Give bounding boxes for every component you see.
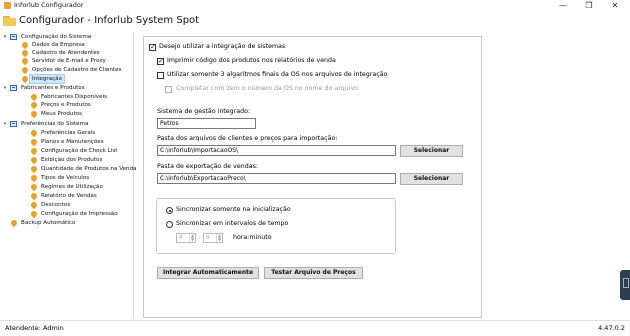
leaf-icon: [29, 109, 39, 119]
tree-item-label: Tipos de Veículos: [41, 175, 90, 181]
time-separator: :: [198, 234, 201, 241]
status-bar: Atendente: Admin 4.47.0.2: [0, 320, 630, 336]
navigation-tree: ▾ Configuração do Sistema Dados da Empre…: [0, 32, 137, 318]
enable-integration-label: Desejo utilizar a integração de sistemas: [159, 43, 286, 50]
tree-item-label: Dados da Empresa: [32, 42, 85, 48]
leaf-icon: [29, 137, 39, 147]
integrate-automatically-button[interactable]: Integrar Automaticamente: [157, 267, 259, 279]
last3-digits-checkbox[interactable]: [157, 72, 164, 79]
stepper-arrows-icon[interactable]: ▲ ▼: [216, 234, 222, 242]
enable-integration-checkbox[interactable]: [149, 43, 156, 52]
sync-startup-label: Sincronizar somente na inicialização: [176, 206, 291, 213]
chevron-down-icon[interactable]: ▾: [2, 120, 8, 128]
status-version: 4.47.0.2: [598, 324, 625, 332]
app-icon: [4, 2, 11, 9]
sync-startup-radio[interactable]: [166, 207, 173, 214]
leaf-icon: [20, 40, 30, 50]
leaf-icon: [29, 146, 39, 156]
leaf-icon: [29, 155, 39, 165]
folder-icon: [3, 15, 16, 26]
tree-item-label: Fabricantes Disponíveis: [41, 94, 107, 100]
stepper-arrows-icon[interactable]: ▲ ▼: [189, 234, 195, 242]
tree-item-label: Relatório de Vendas: [41, 193, 97, 199]
minutes-stepper[interactable]: 0 ▲ ▼: [203, 233, 223, 243]
leaf-icon: [29, 173, 39, 183]
tree-item-label: Regimes de Utilização: [41, 184, 103, 190]
leaf-icon: [20, 65, 30, 75]
tree-item-label: Quantidade de Produtos na Venda: [41, 166, 137, 172]
print-code-label: Imprimir código dos produtos nos relatór…: [167, 57, 336, 64]
leaf-icon: [29, 200, 39, 210]
app-title: Configurador - Inforlub System Spot: [19, 15, 200, 26]
leaf-icon: [29, 182, 39, 192]
leaf-icon: [20, 48, 30, 58]
tree-item-label: Integração: [28, 74, 66, 84]
leaf-icon: [20, 56, 30, 66]
sync-interval-radio[interactable]: [166, 221, 173, 228]
tree-item-label: Meus Produtos: [41, 111, 83, 117]
chevron-down-icon[interactable]: ▾: [2, 33, 8, 41]
tree-item-label: Configuração do Sistema: [21, 34, 92, 40]
print-code-checkbox[interactable]: [157, 57, 164, 66]
restore-button[interactable]: ❐: [576, 0, 602, 12]
import-folder-input[interactable]: C:\inforlub\ImportacaoOS\: [157, 145, 396, 156]
tree-item-label: Preferências Gerais: [41, 130, 96, 136]
export-select-button[interactable]: Selecionar: [400, 173, 463, 185]
tree-item-label: Planos e Manutenções: [41, 139, 104, 145]
leaf-icon: [29, 100, 39, 110]
tree-item-label: Configuração de Impressão: [41, 211, 118, 217]
system-label: Sistema de gestão integrado:: [157, 108, 251, 115]
leaf-icon: [29, 92, 39, 102]
chevron-down-icon[interactable]: ▾: [2, 84, 8, 92]
tree-item-label: Servidor de E-mail e Proxy: [32, 58, 106, 64]
test-price-file-button[interactable]: Testar Arquivo de Preços: [264, 267, 363, 279]
leaf-icon: [29, 128, 39, 138]
status-user: Atendente: Admin: [5, 324, 64, 332]
window-titlebar: Inforlub Configurador — ❐ ✕: [0, 0, 630, 12]
tree-item-label: Descontos: [41, 202, 71, 208]
hours-value: 0: [179, 235, 183, 241]
leaf-icon: [20, 74, 30, 84]
window-title: Inforlub Configurador: [14, 1, 84, 9]
tree-item-label: Preços e Produtos: [41, 102, 91, 108]
window-controls: — ❐ ✕: [550, 0, 628, 12]
tree-item-label: Exibição dos Produtos: [41, 157, 103, 163]
tree-item-label: Configuração de Check List: [41, 148, 118, 154]
leaf-icon: [29, 191, 39, 201]
settings-group-icon: [10, 85, 17, 91]
hours-stepper[interactable]: 0 ▲ ▼: [176, 233, 196, 243]
tree-item-label: Fabricantes e Produtos: [21, 85, 85, 91]
complete-zero-checkbox[interactable]: [165, 86, 172, 93]
tree-item-label: Preferências do Sistema: [21, 121, 89, 127]
import-folder-label: Pasta dos arquivos de clientes e preços …: [157, 135, 338, 142]
tree-item-label: Backup Automático: [21, 220, 76, 226]
complete-zero-label: Completar com zero o número da OS no nom…: [176, 85, 359, 92]
side-tray-icon[interactable]: [620, 270, 630, 300]
settings-group-icon: [10, 121, 17, 127]
export-folder-label: Pasta de exportação de vendas:: [157, 163, 259, 170]
import-select-button[interactable]: Selecionar: [400, 145, 463, 157]
tree-item-label: Opções de Cadastro de Clientes: [32, 67, 122, 73]
close-button[interactable]: ✕: [602, 0, 628, 12]
app-header: Configurador - Inforlub System Spot: [0, 12, 630, 32]
minimize-button[interactable]: —: [550, 0, 576, 12]
leaf-icon: [9, 218, 19, 228]
system-input[interactable]: Petros: [157, 118, 256, 129]
tree-item-label: Cadastro de Atendentes: [32, 50, 100, 56]
settings-group-icon: [10, 34, 17, 40]
leaf-icon: [29, 164, 39, 174]
sync-interval-label: Sincronizar em intervalos de tempo: [176, 220, 289, 227]
minutes-value: 0: [206, 235, 210, 241]
last3-digits-label: Utilizar somente 3 algarítmos finais da …: [167, 71, 388, 78]
export-folder-input[interactable]: C:\inforlub\ExportacaoPreco\: [157, 173, 396, 184]
leaf-icon: [29, 209, 39, 219]
time-unit-label: hora:minuto: [233, 234, 272, 241]
